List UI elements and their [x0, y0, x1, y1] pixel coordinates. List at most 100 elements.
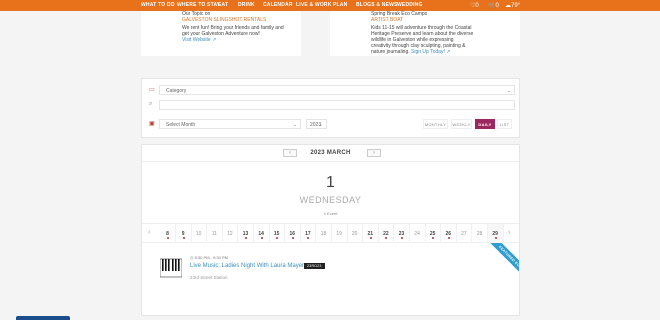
day-cell[interactable]: 22	[378, 224, 395, 243]
month-select[interactable]: Select Month ⌄	[159, 119, 301, 129]
top-nav: WHAT TO DO WHERE TO STAY EAT DRINK CALEN…	[0, 0, 660, 11]
piano-keys-icon	[160, 258, 182, 278]
daily-calendar: ‹ 2023 MARCH › 1 WEDNESDAY 1 Event ‹ › 8…	[141, 144, 520, 316]
category-select[interactable]: Category ⌄	[159, 85, 515, 95]
promo-title[interactable]: ARTIST BOAT	[371, 17, 403, 23]
day-cell[interactable]: 13	[238, 224, 254, 243]
visit-website-link[interactable]: Visit Website ↗	[182, 37, 216, 43]
day-cell[interactable]: 24	[410, 224, 426, 243]
day-cell-number: 10	[195, 231, 202, 237]
search-input[interactable]	[159, 100, 515, 110]
event-dot	[307, 237, 310, 239]
favorites-link[interactable]: ♡0	[470, 2, 479, 9]
event-dot	[167, 237, 169, 239]
event-dot	[369, 237, 372, 239]
day-cell-number: 24	[414, 231, 420, 237]
day-cell-number: 27	[461, 231, 467, 237]
day-cell-number: 19	[336, 231, 342, 237]
promo-card-left: Our Topic on GALVESTON SLINGSHOT RENTALS…	[141, 11, 301, 56]
chevron-down-icon: ⌄	[506, 88, 511, 94]
featured-ribbon: FEATURED EVENT	[479, 243, 519, 283]
day-strip: ‹ › 8 9 10 11 12 13 14 15 16 17 18 19 20 21 22 23 24 25 26…	[142, 223, 519, 243]
promo-text-5: nature journaling. Sign Up Today! ↗	[371, 49, 451, 55]
day-cell[interactable]: 9	[176, 224, 192, 243]
day-cell-number: 12	[227, 231, 233, 237]
day-cell-number: 20	[351, 231, 358, 237]
view-monthly-button[interactable]: MONTHLY	[423, 119, 448, 129]
day-number: 1	[326, 174, 335, 191]
event-dot	[401, 237, 403, 239]
nav-item-drink[interactable]: DRINK	[238, 2, 255, 8]
day-cell[interactable]: 25	[425, 224, 442, 243]
day-cell[interactable]: 17	[300, 224, 317, 243]
cart-count: 0	[495, 3, 499, 9]
calendar-icon: ▣	[149, 121, 155, 127]
folder-icon: ▭	[149, 87, 155, 93]
nav-item-where-to-stay[interactable]: WHERE TO STAY	[177, 2, 220, 8]
day-cell[interactable]: 11	[207, 224, 223, 243]
event-dot	[385, 237, 388, 239]
promo-title[interactable]: GALVESTON SLINGSHOT RENTALS	[182, 17, 266, 23]
day-name: WEDNESDAY	[299, 195, 362, 205]
month-header: ‹ 2023 MARCH ›	[142, 145, 519, 162]
month-title: 2023 MARCH	[310, 150, 351, 156]
event-dot	[494, 237, 497, 239]
event-dot	[182, 237, 185, 239]
calendar-filters: ▭ Category ⌄ ⌕ ▣ Select Month ⌄ 2023 ⌄ M…	[141, 78, 520, 138]
day-cell[interactable]: 21	[363, 224, 379, 243]
nav-item-eat[interactable]: EAT	[218, 2, 228, 8]
chevron-left-icon: ‹	[148, 229, 151, 236]
day-cell[interactable]: 12	[222, 224, 239, 243]
day-cell[interactable]: 18	[316, 224, 332, 243]
event-dot	[245, 237, 247, 239]
view-daily-button[interactable]: DAILY	[475, 119, 495, 129]
search-icon: ⌕	[149, 101, 153, 107]
event-location: 23rd Street Station	[190, 275, 228, 280]
bottom-widget-tab[interactable]	[16, 316, 70, 320]
day-cell-number: 11	[211, 231, 217, 237]
sign-up-link[interactable]: Sign Up Today!	[411, 49, 445, 55]
day-cell[interactable]: 15	[269, 224, 286, 243]
month-placeholder: Select Month	[166, 122, 196, 128]
event-count: 1 Event	[323, 211, 338, 216]
view-list-button[interactable]: LIST	[497, 119, 512, 129]
nav-item-wedding[interactable]: WEDDING	[397, 2, 423, 8]
weather-temp: 79°	[511, 3, 521, 9]
view-weekly-button[interactable]: WEEKLY	[451, 119, 472, 129]
event-time: ◷ 5:30 PM - 9:30 PM	[190, 255, 228, 260]
strip-prev-button[interactable]: ‹	[148, 229, 150, 236]
day-cell[interactable]: 28	[472, 224, 488, 243]
day-cell[interactable]: 29	[487, 224, 504, 243]
day-cell-number: 18	[320, 231, 327, 237]
event-item[interactable]: ◷ 5:30 PM - 9:30 PM Live Music: Ladies N…	[156, 253, 516, 287]
day-cell[interactable]: 16	[285, 224, 301, 243]
promo-card-right: Spring Break Eco Camps ARTIST BOAT Kids …	[330, 11, 520, 56]
day-cell[interactable]: 23	[394, 224, 410, 243]
next-month-button[interactable]: ›	[367, 149, 381, 157]
day-cell[interactable]: 20	[347, 224, 364, 243]
event-title-link[interactable]: Live Music: Ladies Night With Laura Maye…	[190, 263, 307, 269]
day-cell-number: 28	[476, 231, 483, 237]
nav-item-plan[interactable]: PLAN	[333, 2, 347, 8]
nav-item-calendar[interactable]: CALENDAR	[263, 2, 293, 8]
external-link-icon: ↗	[212, 37, 217, 43]
heart-count: 0	[475, 3, 479, 9]
day-cell[interactable]: 19	[332, 224, 348, 243]
year-select[interactable]: 2023 ⌄	[306, 119, 327, 129]
day-cell[interactable]: 8	[160, 224, 176, 243]
nav-item-blogs-news[interactable]: BLOGS & NEWS	[356, 2, 398, 8]
event-tag: 23RD23	[304, 263, 325, 269]
strip-next-button[interactable]: ›	[508, 229, 510, 236]
day-cell[interactable]: 27	[456, 224, 473, 243]
nav-item-what-to-do[interactable]: WHAT TO DO	[141, 2, 175, 8]
day-cell[interactable]: 10	[191, 224, 208, 243]
chevron-right-icon: ›	[508, 229, 511, 236]
day-cell[interactable]: 14	[254, 224, 270, 243]
day-cell[interactable]: 26	[441, 224, 457, 243]
weather-widget[interactable]: ☁79°	[505, 2, 520, 9]
event-dot	[260, 237, 263, 239]
clock-icon: ◷	[190, 255, 194, 260]
cart-link[interactable]: 🛒0	[488, 2, 499, 9]
nav-item-live-work[interactable]: LIVE & WORK	[296, 2, 332, 8]
chevron-right-icon: ›	[373, 150, 375, 156]
